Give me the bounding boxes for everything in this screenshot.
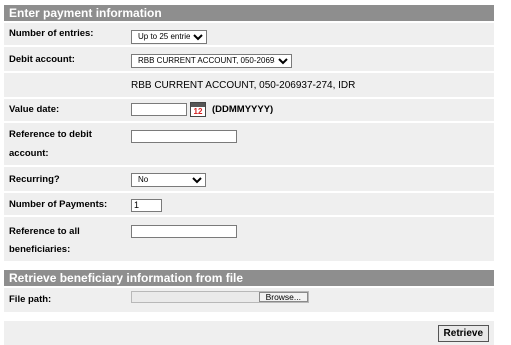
file-section-header: Retrieve beneficiary information from fi… <box>4 270 494 286</box>
footer-bar: Retrieve <box>4 321 494 345</box>
reference-beneficiaries-row: Reference to all beneficiaries: <box>4 217 494 261</box>
reference-debit-input[interactable] <box>131 129 237 143</box>
number-of-entries-row: Number of entries: Up to 25 entries <box>4 23 494 45</box>
recurring-row: Recurring? No <box>4 167 494 191</box>
reference-beneficiaries-label-1: Reference to all <box>9 226 80 237</box>
value-date-format-hint: (DDMMYYYY) <box>212 104 274 115</box>
payment-section-header: Enter payment information <box>4 5 494 21</box>
reference-debit-row: Reference to debit account: <box>4 123 494 165</box>
calendar-icon[interactable]: 12 <box>190 102 206 117</box>
file-path-input[interactable]: Browse... <box>131 291 309 303</box>
debit-account-select[interactable]: RBB CURRENT ACCOUNT, 050-206937-2 <box>131 53 292 68</box>
value-date-row: Value date: 12 (DDMMYYYY) <box>4 99 494 121</box>
file-path-label: File path: <box>9 294 52 305</box>
file-path-value <box>132 292 259 302</box>
reference-debit-label-1: Reference to debit <box>9 129 92 140</box>
recurring-select[interactable]: No <box>131 172 206 187</box>
number-of-entries-label: Number of entries: <box>9 28 94 39</box>
reference-beneficiaries-input[interactable] <box>131 224 237 238</box>
reference-beneficiaries-label-2: beneficiaries: <box>9 244 71 255</box>
value-date-input[interactable] <box>131 103 187 116</box>
recurring-label: Recurring? <box>9 174 60 185</box>
debit-account-label: Debit account: <box>9 54 75 65</box>
number-of-payments-row: Number of Payments: <box>4 193 494 215</box>
debit-account-row: Debit account: RBB CURRENT ACCOUNT, 050-… <box>4 47 494 71</box>
file-path-row: File path: Browse... <box>4 288 494 312</box>
number-of-entries-select[interactable]: Up to 25 entries <box>131 29 207 44</box>
debit-account-display-row: RBB CURRENT ACCOUNT, 050-206937-274, IDR <box>4 73 494 97</box>
reference-debit-label-2: account: <box>9 148 49 159</box>
browse-button[interactable]: Browse... <box>258 292 308 302</box>
calendar-icon-text: 12 <box>193 107 203 116</box>
debit-account-display: RBB CURRENT ACCOUNT, 050-206937-274, IDR <box>131 80 356 91</box>
number-of-payments-label: Number of Payments: <box>9 199 108 210</box>
value-date-label: Value date: <box>9 104 60 115</box>
retrieve-button[interactable]: Retrieve <box>437 325 489 342</box>
number-of-payments-input[interactable] <box>131 198 162 212</box>
